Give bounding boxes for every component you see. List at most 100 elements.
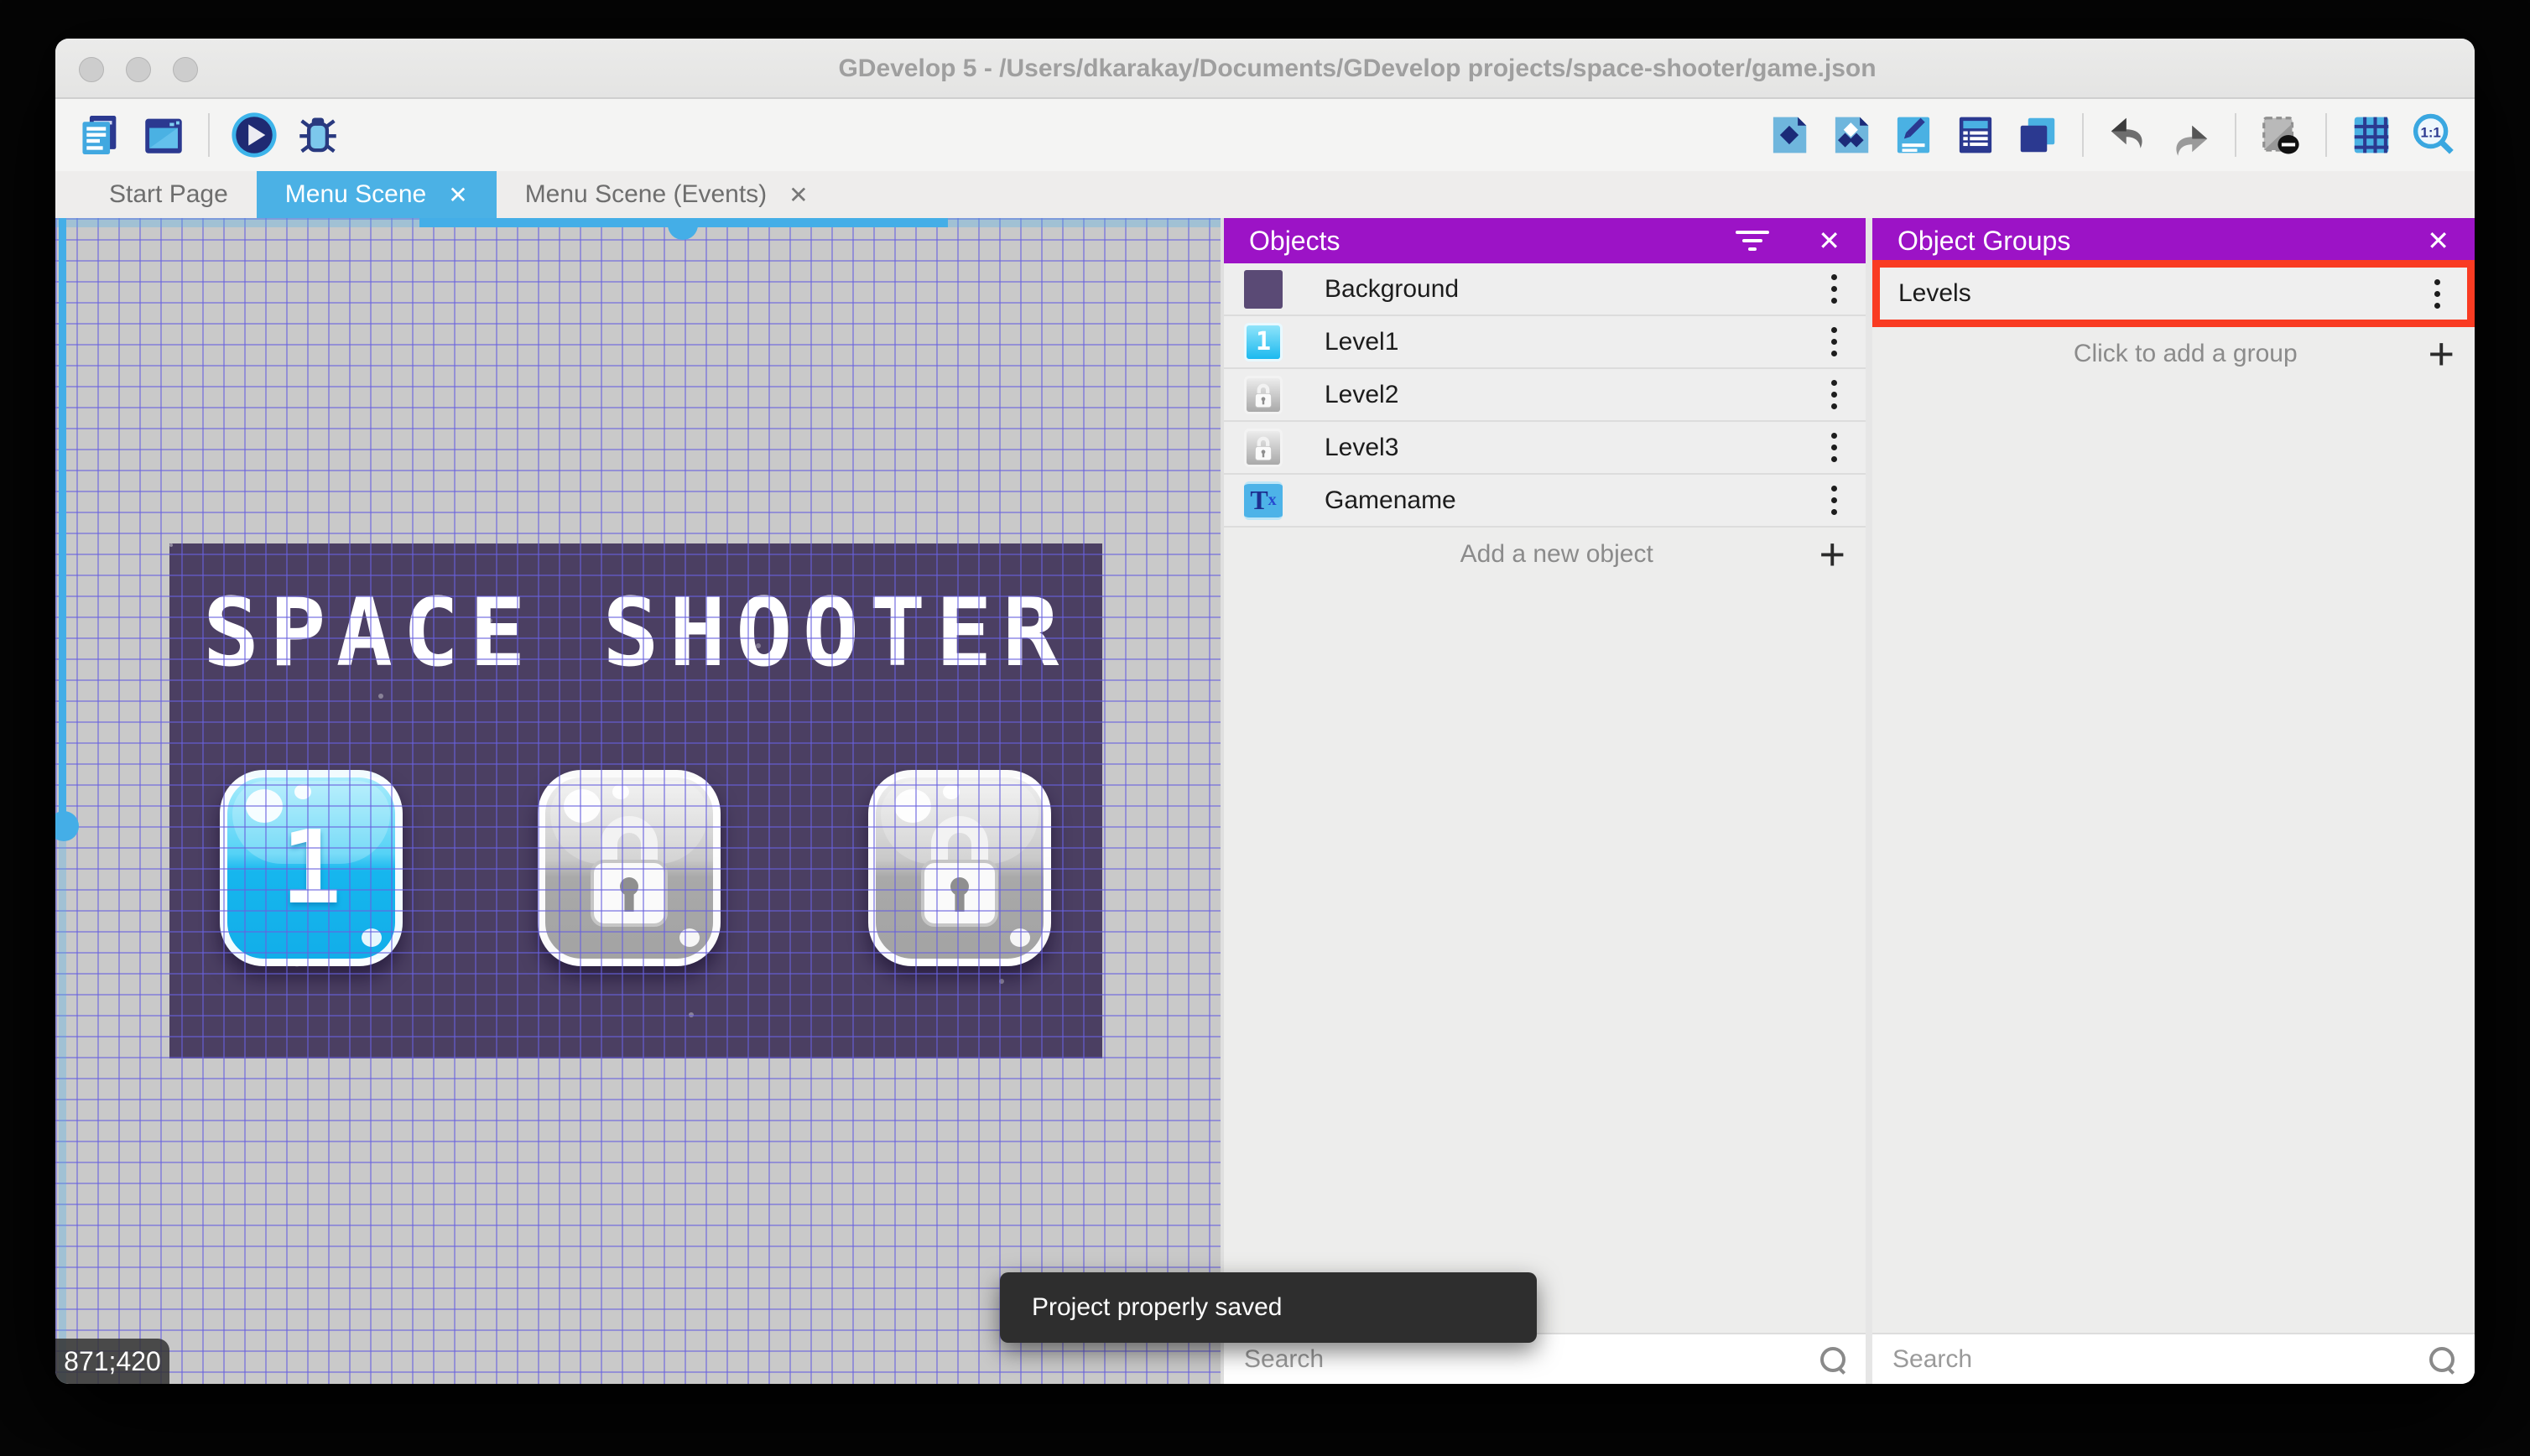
lock-icon xyxy=(579,804,679,932)
object-menu-icon[interactable] xyxy=(1823,428,1845,467)
add-object-row[interactable]: Add a new object + xyxy=(1224,528,1866,580)
search-icon xyxy=(2429,1346,2455,1372)
toolbar-separator xyxy=(2325,113,2327,157)
lock-icon xyxy=(909,804,1010,932)
grid-icon[interactable] xyxy=(2349,112,2394,158)
button-highlight xyxy=(1010,928,1030,947)
object-name: Background xyxy=(1325,274,1460,303)
level2-button-object[interactable] xyxy=(538,770,721,966)
scene-title-text[interactable]: SPACE SHOOTER xyxy=(169,579,1102,688)
object-name: Gamename xyxy=(1325,486,1456,514)
level3-button-object[interactable] xyxy=(868,770,1051,966)
button-highlight xyxy=(943,784,960,799)
button-highlight xyxy=(612,784,629,799)
object-name: Level2 xyxy=(1325,380,1399,408)
group-row-levels-highlighted[interactable]: Levels xyxy=(1872,260,2475,327)
group-menu-icon[interactable] xyxy=(2426,274,2449,314)
object-groups-panel-header: Object Groups ✕ xyxy=(1872,218,2475,263)
level1-thumbnail: 1 xyxy=(1244,322,1283,361)
object-row-level3[interactable]: Level3 xyxy=(1224,422,1866,475)
panel-divider[interactable] xyxy=(1866,218,1872,1384)
debug-icon[interactable] xyxy=(294,111,342,159)
object-name: Level1 xyxy=(1325,327,1399,356)
mask-toggle-icon[interactable] xyxy=(2258,112,2304,158)
lock-thumbnail xyxy=(1244,428,1283,467)
background-thumbnail xyxy=(1244,269,1283,309)
object-row-level1[interactable]: 1 Level1 xyxy=(1224,316,1866,369)
undo-icon[interactable] xyxy=(2106,112,2151,158)
objects-panel-title: Objects xyxy=(1249,225,1340,256)
instances-list-icon[interactable] xyxy=(1953,112,1998,158)
objects-panel-empty-area xyxy=(1224,580,1866,1333)
object-row-gamename[interactable]: Tx Gamename xyxy=(1224,475,1866,528)
redo-icon[interactable] xyxy=(2168,112,2213,158)
horizontal-scrollbar-thumb[interactable] xyxy=(668,218,698,240)
object-groups-panel: Object Groups ✕ Levels Click to add a gr… xyxy=(1872,218,2475,1384)
groups-search-row xyxy=(1872,1333,2475,1384)
object-groups-panel-icon[interactable] xyxy=(1829,112,1874,158)
lock-thumbnail xyxy=(1244,375,1283,414)
object-menu-icon[interactable] xyxy=(1823,322,1845,361)
svg-text:1:1: 1:1 xyxy=(2420,124,2440,140)
objects-panel-icon[interactable] xyxy=(1767,112,1812,158)
toolbar-separator xyxy=(208,113,210,157)
close-tab-icon[interactable]: ✕ xyxy=(448,181,467,209)
groups-search-input[interactable] xyxy=(1892,1344,2429,1374)
play-button-icon[interactable] xyxy=(230,111,279,159)
close-panel-icon[interactable]: ✕ xyxy=(1818,225,1840,257)
vertical-scrollbar-fill xyxy=(59,218,66,826)
tab-menu-scene-events[interactable]: Menu Scene (Events) ✕ xyxy=(497,171,837,218)
filter-icon[interactable] xyxy=(1736,231,1770,251)
tab-label: Menu Scene (Events) xyxy=(524,180,768,208)
add-group-label: Click to add a group xyxy=(2073,339,2298,367)
gdevelop-window: GDevelop 5 - /Users/dkarakay/Documents/G… xyxy=(55,39,2475,1384)
tab-start-page[interactable]: Start Page xyxy=(81,171,257,218)
group-name: Levels xyxy=(1898,279,1971,307)
object-menu-icon[interactable] xyxy=(1823,375,1845,414)
object-groups-panel-title: Object Groups xyxy=(1898,225,2071,256)
close-tab-icon[interactable]: ✕ xyxy=(789,181,808,209)
window-title: GDevelop 5 - /Users/dkarakay/Documents/G… xyxy=(838,55,1877,82)
close-panel-icon[interactable]: ✕ xyxy=(2427,225,2449,257)
object-menu-icon[interactable] xyxy=(1823,269,1845,309)
toolbar-right: 1:1 xyxy=(1767,112,2475,158)
scene-canvas[interactable]: SPACE SHOOTER 1 871;420 xyxy=(55,218,1221,1384)
vertical-scrollbar-thumb[interactable] xyxy=(55,811,79,841)
title-bar: GDevelop 5 - /Users/dkarakay/Documents/G… xyxy=(55,39,2475,99)
toast-message: Project properly saved xyxy=(1032,1293,1283,1321)
objects-search-input[interactable] xyxy=(1244,1344,1820,1374)
tab-menu-scene[interactable]: Menu Scene ✕ xyxy=(256,171,497,218)
lock-icon xyxy=(1252,381,1274,409)
object-row-level2[interactable]: Level2 xyxy=(1224,369,1866,422)
toolbar-separator xyxy=(2235,113,2236,157)
save-toast: Project properly saved xyxy=(1000,1272,1537,1343)
add-group-row[interactable]: Click to add a group + xyxy=(1872,327,2475,380)
objects-panel-header: Objects ✕ xyxy=(1224,218,1866,263)
layers-panel-icon[interactable] xyxy=(2015,112,2060,158)
add-object-label: Add a new object xyxy=(1460,539,1653,568)
object-menu-icon[interactable] xyxy=(1823,481,1845,520)
horizontal-scrollbar[interactable] xyxy=(55,218,1221,240)
groups-panel-empty-area xyxy=(1872,380,2475,1333)
properties-panel-icon[interactable] xyxy=(1891,112,1936,158)
tab-label: Start Page xyxy=(109,180,228,208)
cursor-coordinates: 871;420 xyxy=(55,1339,169,1384)
project-manager-icon[interactable] xyxy=(75,111,124,159)
toolbar-left xyxy=(55,111,342,159)
object-name: Level3 xyxy=(1325,433,1399,461)
level1-button-object[interactable]: 1 xyxy=(220,770,403,966)
toolbar: 1:1 xyxy=(55,99,2475,171)
editor-tab-bar: Start Page Menu Scene ✕ Menu Scene (Even… xyxy=(55,171,2475,218)
plus-icon[interactable]: + xyxy=(1819,532,1845,577)
text-object-thumbnail: Tx xyxy=(1244,481,1283,520)
button-highlight xyxy=(679,928,700,947)
object-row-background[interactable]: Background xyxy=(1224,263,1866,316)
zoom-one-to-one-icon[interactable]: 1:1 xyxy=(2411,112,2456,158)
toolbar-separator xyxy=(2082,113,2084,157)
lock-icon xyxy=(1252,434,1274,462)
level-number: 1 xyxy=(280,809,342,927)
search-icon xyxy=(1820,1346,1845,1372)
scene-editor-icon[interactable] xyxy=(139,111,188,159)
plus-icon[interactable]: + xyxy=(2428,331,2455,377)
background-stars xyxy=(169,543,173,547)
